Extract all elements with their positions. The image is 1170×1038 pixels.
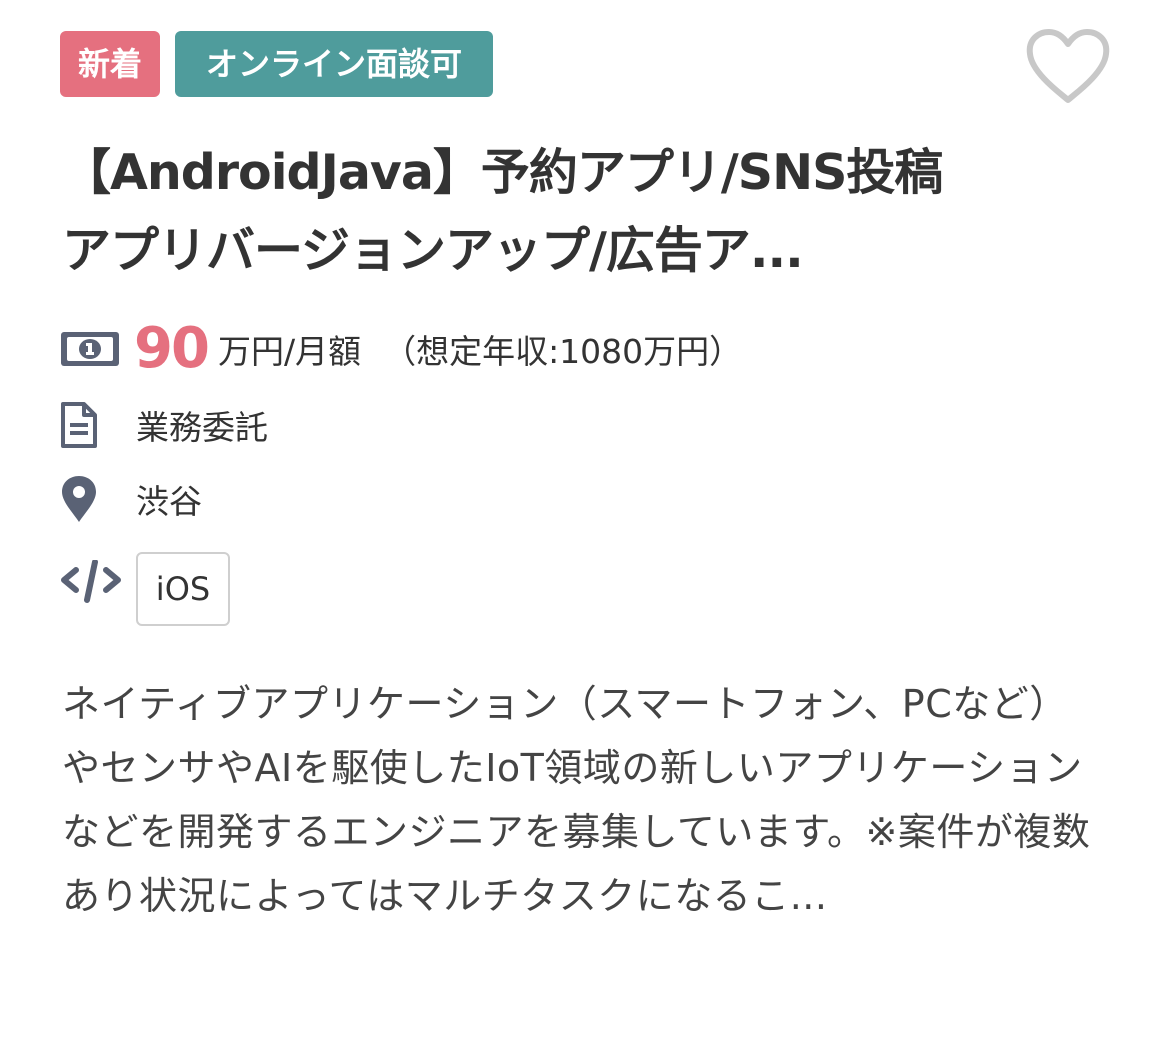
annual-salary-estimate: （想定年収:1080万円） xyxy=(383,331,743,371)
money-bill-icon xyxy=(60,324,122,374)
contract-type: 業務委託 xyxy=(136,408,268,447)
map-pin-icon xyxy=(60,474,122,524)
job-title[interactable]: 【AndroidJava】予約アプリ/SNS投稿 アプリバージョンアップ/広告ア… xyxy=(62,134,1062,290)
online-interview-badge: オンライン面談可 xyxy=(175,31,493,97)
location-row: 渋谷 xyxy=(60,474,202,524)
job-card[interactable]: 新着 オンライン面談可 【AndroidJava】予約アプリ/SNS投稿 アプリ… xyxy=(0,0,1170,1038)
job-title-line-1: 【AndroidJava】予約アプリ/SNS投稿 xyxy=(62,144,943,201)
heart-outline-icon xyxy=(1026,29,1110,103)
skill-tag[interactable]: iOS xyxy=(136,552,230,626)
salary-row: 90 万円/月額 （想定年収:1080万円） xyxy=(60,316,742,381)
salary-unit: 万円/月額 xyxy=(217,331,362,371)
contract-row: 業務委託 xyxy=(60,400,268,450)
skills-row: iOS xyxy=(60,552,230,626)
document-icon xyxy=(60,400,122,450)
code-icon xyxy=(60,552,122,612)
salary-amount: 90 xyxy=(134,316,210,381)
new-badge: 新着 xyxy=(60,31,160,97)
job-title-line-2: アプリバージョンアップ/広告ア... xyxy=(62,222,804,279)
location: 渋谷 xyxy=(136,482,202,521)
tag-list: 新着 オンライン面談可 xyxy=(60,31,493,97)
job-description: ネイティブアプリケーション（スマートフォン、PCなど）やセンサやAIを駆使したI… xyxy=(62,682,1091,918)
favorite-button[interactable] xyxy=(1024,28,1112,106)
